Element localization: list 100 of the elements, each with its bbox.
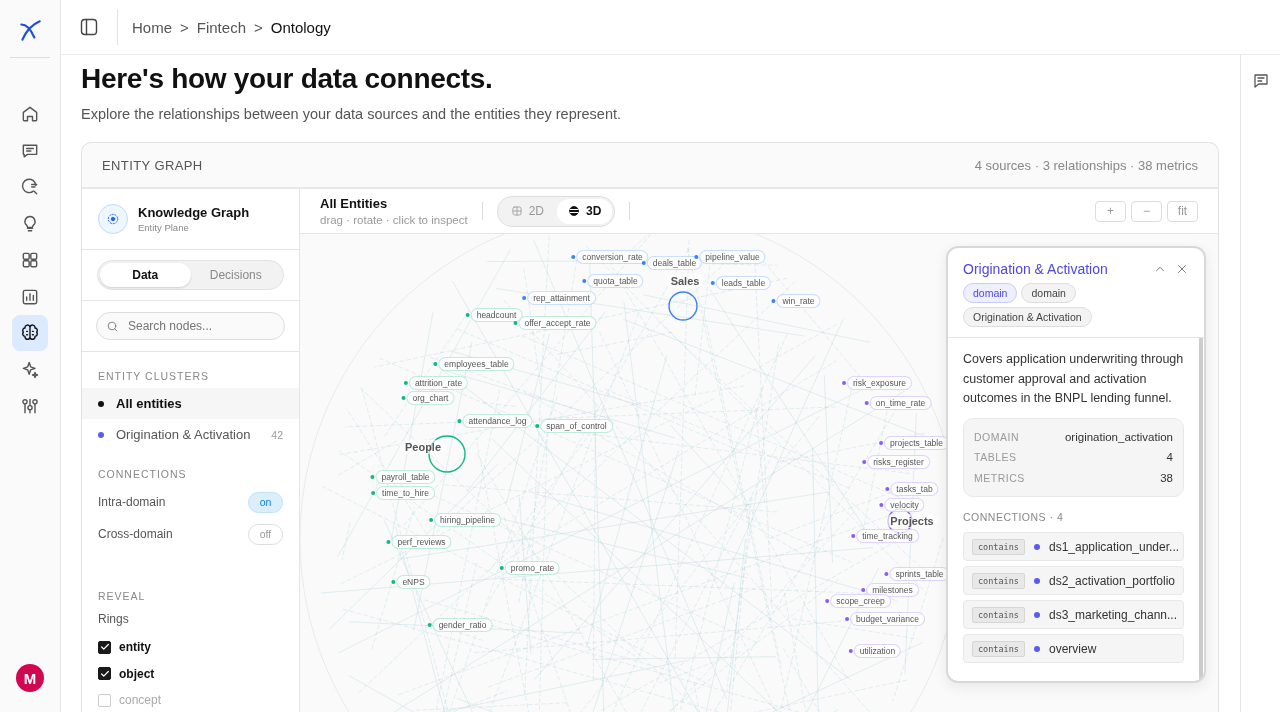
node-dot[interactable] — [571, 255, 576, 259]
node-dot[interactable] — [457, 419, 462, 423]
connection-row[interactable]: contains overview — [963, 634, 1184, 663]
node-dot[interactable] — [861, 588, 866, 592]
node-label[interactable]: leads_table — [715, 276, 772, 290]
node-label[interactable]: offer_accept_rate — [518, 316, 597, 330]
node-dot[interactable] — [864, 401, 869, 405]
node-dot[interactable] — [879, 441, 884, 445]
node-dot[interactable] — [535, 424, 540, 428]
node-label[interactable]: attrition_rate — [408, 376, 469, 390]
panel-tab[interactable]: Data — [100, 263, 191, 287]
card-stats: 4 sources · 3 relationships · 38 metrics — [974, 157, 1198, 173]
node-dot[interactable] — [879, 503, 884, 507]
node-label[interactable]: velocity — [884, 498, 925, 512]
node-dot[interactable] — [391, 580, 396, 584]
node-label[interactable]: hiring_pipeline — [434, 513, 501, 527]
node-label[interactable]: rep_attainment — [527, 291, 596, 305]
node-label[interactable]: attendance_log — [462, 414, 533, 428]
node-label[interactable]: milestones — [866, 583, 919, 597]
checkbox[interactable] — [98, 667, 111, 681]
node-label[interactable]: conversion_rate — [576, 250, 649, 264]
node-dot[interactable] — [771, 299, 776, 303]
node-label[interactable]: org_chart — [406, 391, 455, 405]
node-label[interactable]: risk_exposure — [847, 376, 912, 390]
breadcrumb-separator: > — [254, 18, 263, 36]
node-dot[interactable] — [427, 623, 432, 627]
node-dot[interactable] — [825, 599, 830, 603]
connection-row[interactable]: contains ds1_application_under... — [963, 532, 1184, 561]
node-dot[interactable] — [499, 566, 504, 570]
node-label[interactable]: gender_ratio — [432, 618, 493, 632]
node-dot[interactable] — [433, 362, 438, 366]
relation-badge: contains — [972, 572, 1025, 589]
node-dot[interactable] — [842, 381, 847, 385]
node-label[interactable]: time_tracking — [856, 529, 919, 543]
close-icon[interactable] — [1175, 262, 1189, 276]
node-label[interactable]: projects_table — [884, 436, 949, 450]
node-dot[interactable] — [694, 255, 699, 259]
logo-icon[interactable] — [17, 18, 43, 44]
tag: Origination & Activation — [963, 307, 1092, 327]
cluster-item[interactable]: Origination & Activation 42 — [82, 419, 299, 450]
search-field[interactable]: Search nodes... — [96, 312, 285, 340]
node-dot[interactable] — [845, 617, 850, 621]
checkbox[interactable] — [98, 640, 111, 654]
node-label[interactable]: scope_creep — [830, 594, 891, 608]
cluster-item[interactable]: All entities — [82, 388, 299, 419]
comment-icon[interactable] — [1252, 72, 1270, 90]
node-dot[interactable] — [386, 540, 391, 544]
node-label[interactable]: pipeline_value — [699, 250, 766, 264]
relation-badge: contains — [972, 640, 1025, 657]
relation-badge: contains — [972, 606, 1025, 623]
node-label[interactable]: tasks_tab — [890, 482, 939, 496]
view-tab[interactable]: 3D — [557, 198, 613, 224]
node-label[interactable]: win_rate — [776, 294, 821, 308]
node-label[interactable]: on_time_rate — [869, 396, 932, 410]
node-label[interactable]: risks_register — [867, 455, 930, 469]
node-label[interactable]: payroll_table — [375, 470, 436, 484]
node-dot[interactable] — [513, 321, 518, 325]
node-label[interactable]: quota_table — [587, 274, 644, 288]
grid-icon — [510, 205, 523, 217]
relation-badge: contains — [972, 538, 1025, 555]
node-dot[interactable] — [851, 534, 856, 538]
panel-subtitle: Entity Plane — [138, 222, 190, 233]
user-avatar[interactable]: M — [16, 664, 44, 692]
node-dot[interactable] — [370, 475, 375, 479]
node-label[interactable]: deals_table — [646, 256, 703, 270]
node-dot[interactable] — [522, 296, 527, 300]
node-label[interactable]: time_to_hire — [376, 486, 435, 500]
node-label[interactable]: eNPS — [396, 575, 431, 589]
connection-row[interactable]: contains ds3_marketing_chann... — [963, 600, 1184, 629]
node-dot[interactable] — [710, 281, 715, 285]
node-dot[interactable] — [862, 460, 867, 464]
node-dot[interactable] — [401, 396, 406, 400]
page-heading: Here's how your data connects. — [81, 63, 494, 95]
breadcrumb-link[interactable]: Fintech — [196, 18, 246, 36]
node-dot[interactable] — [641, 261, 646, 265]
cluster-node[interactable] — [668, 291, 698, 321]
node-dot[interactable] — [884, 572, 889, 576]
node-label[interactable]: headcount — [470, 308, 523, 322]
node-dot[interactable] — [582, 279, 587, 283]
checkbox-label: object — [119, 666, 155, 681]
node-label[interactable]: promo_rate — [504, 561, 561, 575]
node-label[interactable]: perf_reviews — [391, 535, 452, 549]
breadcrumb-link[interactable]: Home — [132, 18, 172, 36]
node-dot[interactable] — [429, 518, 434, 522]
node-label[interactable]: utilization — [853, 644, 902, 658]
node-label[interactable]: Sales — [665, 274, 705, 288]
node-dot[interactable] — [465, 313, 470, 317]
connection-row[interactable]: contains ds2_activation_portfolio — [963, 566, 1184, 595]
panel-title: Knowledge Graph — [138, 205, 250, 220]
node-dot[interactable] — [885, 487, 890, 491]
node-dot[interactable] — [371, 491, 376, 495]
node-dot[interactable] — [403, 381, 408, 385]
node-label[interactable]: budget_variance — [850, 612, 925, 626]
node-label[interactable]: span_of_control — [540, 419, 613, 433]
node-label[interactable]: employees_table — [438, 357, 515, 371]
sidebar-toggle-icon[interactable] — [79, 17, 99, 37]
toggle-pill[interactable]: on — [248, 491, 283, 513]
node-dot[interactable] — [848, 649, 853, 653]
nav-button[interactable] — [12, 315, 48, 351]
brain-icon — [20, 323, 40, 343]
